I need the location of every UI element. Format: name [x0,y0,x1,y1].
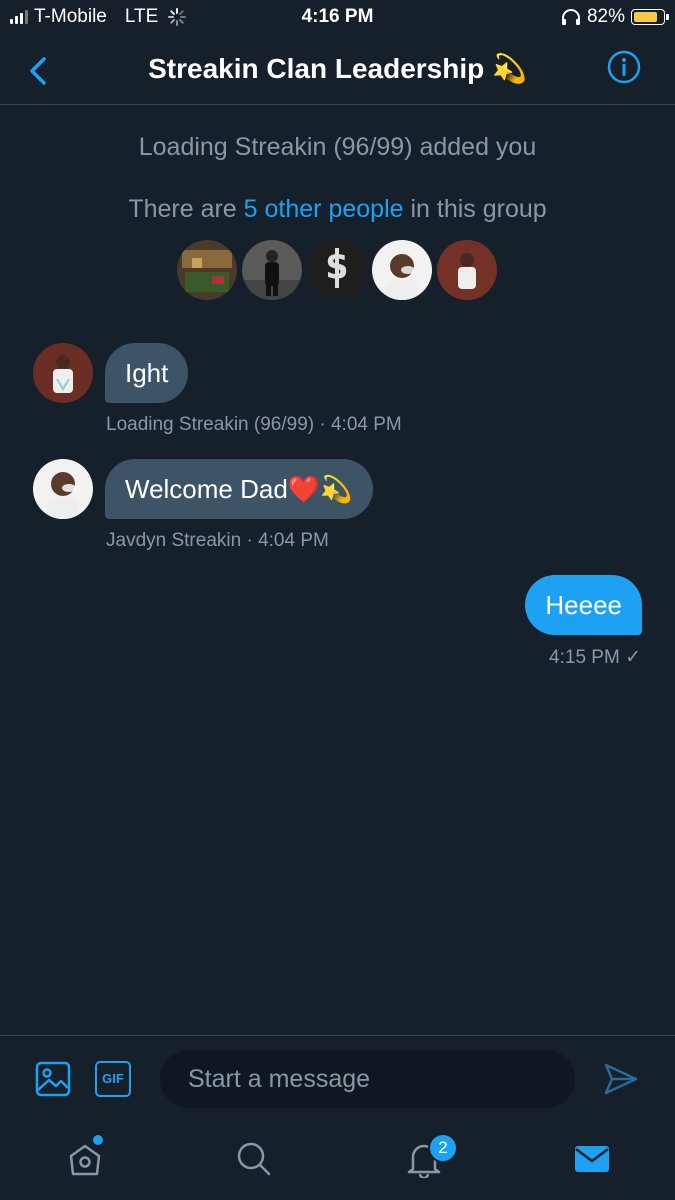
battery-icon [631,9,669,25]
group-suffix: in this group [403,195,547,223]
sender-avatar[interactable] [33,459,93,519]
message-bubble-incoming[interactable]: Ight [105,343,189,403]
message-time-read: 4:15 PM ✓ [549,647,641,668]
headphones-icon [561,9,580,25]
avatar[interactable] [437,240,497,300]
group-prefix: There are [128,195,244,223]
battery-percent: 82% [586,6,625,27]
notifications-badge: 2 [428,1133,458,1163]
home-icon[interactable] [66,1140,104,1178]
message-meta: Javdyn Streakin · 4:04 PM [106,530,329,552]
send-icon[interactable] [603,1061,639,1097]
message-bubble-incoming[interactable]: Welcome Dad❤️💫 [105,459,373,519]
avatar[interactable] [242,240,302,300]
compose-bar: GIF Start a message [0,1035,675,1121]
group-members-notice: There are 5 other people in this group [0,195,675,224]
bottom-tab-bar: 2 [0,1120,675,1200]
sender-avatar[interactable] [33,343,93,403]
message-bubble-outgoing[interactable]: Heeee [525,575,642,635]
conversation-title[interactable]: Streakin Clan Leadership 💫 [0,52,675,85]
message-sender: Loading Streakin (96/99) [106,414,315,435]
avatar[interactable] [177,240,237,300]
gif-button[interactable]: GIF [95,1061,131,1097]
added-notice: Loading Streakin (96/99) added you [138,133,537,161]
avatar[interactable]: S [307,240,367,300]
battery-fill [634,12,657,22]
message-time: · 4:04 PM [319,414,402,435]
other-people-link[interactable]: 5 other people [244,195,404,223]
message-time: · 4:04 PM [246,530,329,551]
info-icon[interactable] [607,50,641,84]
conversation-header: Streakin Clan Leadership 💫 [0,34,675,105]
message-input[interactable]: Start a message [160,1050,575,1108]
image-icon[interactable] [35,1061,71,1097]
status-right: 82% [561,6,669,28]
home-new-dot [93,1135,103,1145]
message-input-placeholder: Start a message [188,1065,371,1093]
messages-mail-icon[interactable] [574,1144,610,1174]
message-meta: Loading Streakin (96/99) · 4:04 PM [106,414,402,436]
status-bar: T-Mobile LTE 4:16 PM 82% [0,0,675,34]
search-icon[interactable] [236,1141,272,1177]
avatar[interactable] [372,240,432,300]
group-avatars[interactable]: S [177,240,497,300]
message-sender: Javdyn Streakin [106,530,242,551]
